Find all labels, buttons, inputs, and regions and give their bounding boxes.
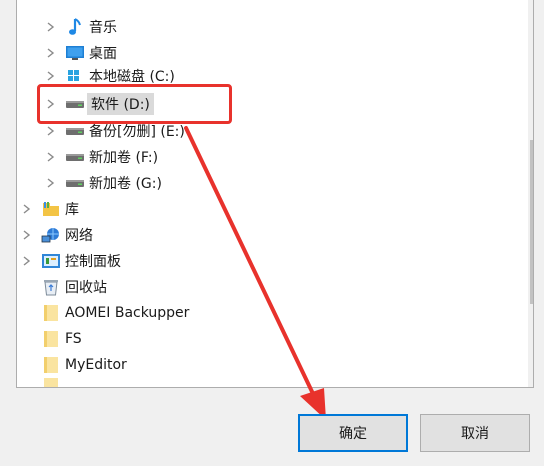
chevron-right-icon[interactable] xyxy=(43,40,59,66)
drive-icon xyxy=(65,121,85,141)
folder-icon xyxy=(41,378,61,387)
chevron-right-icon[interactable] xyxy=(19,222,35,248)
tree-item-music[interactable]: 音乐 xyxy=(43,14,117,40)
chevron-right-icon[interactable] xyxy=(19,196,35,222)
scroll-down-icon[interactable] xyxy=(528,364,533,386)
tree-item-label: 网络 xyxy=(65,228,93,244)
tree-item-network[interactable]: 网络 xyxy=(19,222,93,248)
chevron-right-icon[interactable] xyxy=(19,248,35,274)
folder-icon xyxy=(41,303,61,323)
chevron-right-icon[interactable] xyxy=(43,144,59,170)
folder-icon xyxy=(41,329,61,349)
tree-item-label: 新加卷 (F:) xyxy=(89,150,159,166)
folder-icon xyxy=(41,355,61,375)
network-icon xyxy=(41,225,61,245)
tree-item-library[interactable]: 库 xyxy=(19,196,79,222)
tree-item-label: 本地磁盘 (C:) xyxy=(89,69,175,85)
cancel-button[interactable]: 取消 xyxy=(420,414,530,452)
tree-item-drive-c[interactable]: 本地磁盘 (C:) xyxy=(43,66,175,86)
tree-item-label: 备份[勿删] (E:) xyxy=(89,124,185,140)
tree-item-partial xyxy=(35,378,61,387)
recycle-bin-icon xyxy=(41,277,61,297)
tree-item-label: FS xyxy=(65,331,82,347)
scrollbar-thumb[interactable] xyxy=(530,140,533,304)
tree-item-label: 新加卷 (G:) xyxy=(89,176,162,192)
drive-icon xyxy=(65,147,85,167)
tree-item-folder-aomei[interactable]: AOMEI Backupper xyxy=(35,300,189,326)
tree-item-label: 桌面 xyxy=(89,46,117,62)
drive-icon xyxy=(65,173,85,193)
tree-item-recycle-bin[interactable]: 回收站 xyxy=(35,274,107,300)
tree-item-control-panel[interactable]: 控制面板 xyxy=(19,248,121,274)
library-icon xyxy=(41,199,61,219)
tree-item-label: 音乐 xyxy=(89,20,117,36)
music-note-icon xyxy=(65,17,85,37)
chevron-right-icon[interactable] xyxy=(43,14,59,40)
tree-item-label: MyEditor xyxy=(65,357,127,373)
tree-item-label: AOMEI Backupper xyxy=(65,305,190,321)
tree-item-drive-f[interactable]: 新加卷 (F:) xyxy=(43,144,158,170)
desktop-icon xyxy=(65,43,85,63)
tree-item-label: 库 xyxy=(65,202,79,218)
control-panel-icon xyxy=(41,251,61,271)
tree-item-drive-g[interactable]: 新加卷 (G:) xyxy=(43,170,162,196)
tree-item-label: 控制面板 xyxy=(65,254,121,270)
chevron-right-icon[interactable] xyxy=(43,170,59,196)
annotation-highlight-box xyxy=(37,84,232,124)
vertical-scrollbar[interactable] xyxy=(528,0,533,387)
ok-button[interactable]: 确定 xyxy=(298,414,408,452)
tree-item-folder-fs[interactable]: FS xyxy=(35,326,82,352)
windows-drive-icon xyxy=(65,66,85,86)
chevron-right-icon[interactable] xyxy=(43,66,59,86)
tree-item-desktop[interactable]: 桌面 xyxy=(43,40,117,66)
tree-item-folder-myeditor[interactable]: MyEditor xyxy=(35,352,127,378)
scroll-up-icon[interactable] xyxy=(528,14,533,36)
tree-item-label: 回收站 xyxy=(65,280,107,296)
folder-tree-panel[interactable]: 音乐 桌面 本地磁盘 (C:) 软件 (D:) 备份[勿删] (E:) 新加卷 … xyxy=(16,0,534,388)
